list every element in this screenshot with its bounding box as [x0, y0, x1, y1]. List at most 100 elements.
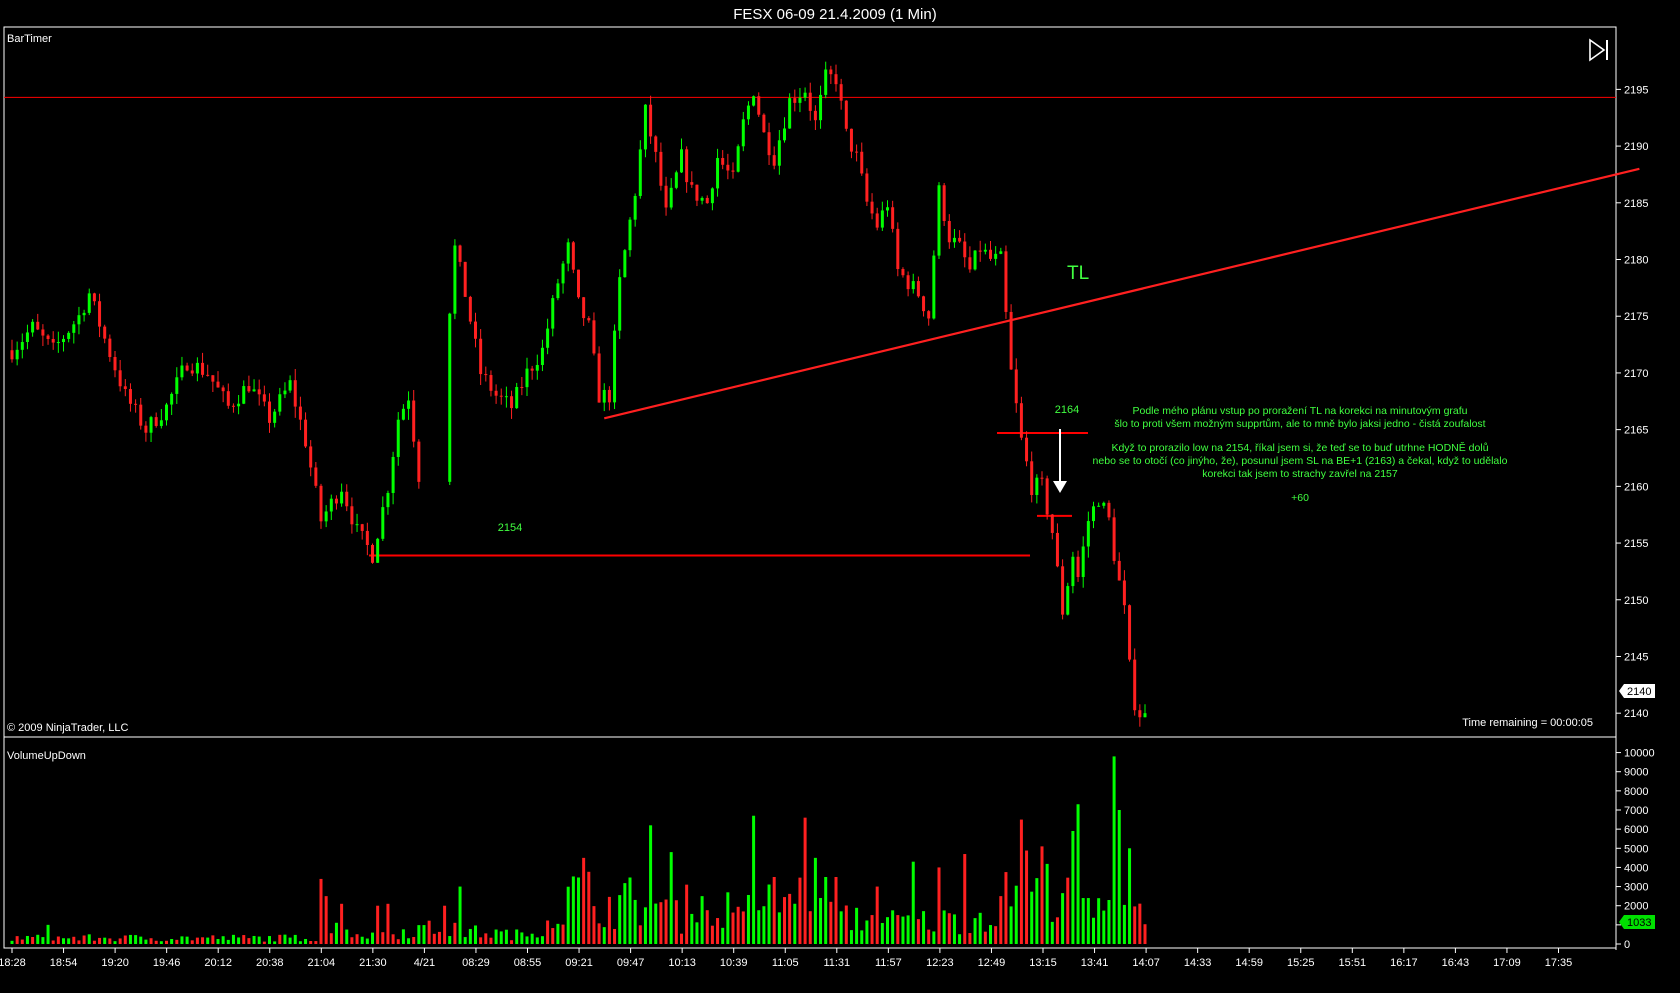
volume-bar	[958, 934, 962, 944]
volume-bar	[896, 915, 900, 944]
volume-bar	[427, 920, 431, 944]
volume-bar	[1040, 846, 1044, 944]
volume-bar	[1066, 877, 1070, 944]
volume-bar	[855, 907, 859, 944]
volume-bar	[690, 913, 694, 944]
time-tick-label: 15:25	[1287, 957, 1315, 969]
volume-tick-label: 5000	[1624, 843, 1648, 855]
volume-bar	[432, 933, 436, 944]
time-tick-label: 20:12	[204, 957, 232, 969]
price-bar	[674, 170, 678, 190]
volume-bar	[798, 877, 802, 944]
note-line: nebo se to otočí (co jinýho, že), posunu…	[1093, 455, 1508, 467]
volume-bar	[453, 922, 457, 944]
volume-tick-label: 9000	[1624, 767, 1648, 779]
time-tick-label: 10:13	[668, 957, 696, 969]
volume-bar	[535, 937, 539, 944]
price-tick-label: 2155	[1624, 538, 1648, 550]
price-bar	[1019, 396, 1023, 441]
volume-bar	[783, 897, 786, 944]
volume-bar	[407, 938, 411, 944]
volume-bar	[649, 825, 653, 944]
volume-bar	[927, 929, 931, 944]
price-bar	[1061, 559, 1065, 620]
volume-bar	[484, 933, 488, 944]
volume-bar	[206, 937, 210, 944]
window-title: FESX 06-09 21.4.2009 (1 Min)	[733, 6, 936, 23]
volume-bar	[643, 907, 647, 944]
volume-bar	[1035, 878, 1039, 944]
volume-bar	[669, 852, 673, 944]
volume-bar	[865, 920, 869, 944]
time-tick-label: 12:23	[926, 957, 954, 969]
volume-bar	[901, 916, 905, 944]
volume-bar	[916, 919, 920, 944]
volume-bar	[67, 938, 71, 944]
volume-bar	[788, 893, 792, 944]
volume-bar	[973, 918, 977, 944]
volume-bar	[319, 878, 323, 944]
price-tick-label: 2170	[1624, 368, 1648, 380]
volume-bar	[989, 925, 992, 944]
volume-bar	[695, 922, 699, 944]
time-tick-label: 19:46	[153, 957, 181, 969]
time-remaining-text: Time remaining = 00:00:05	[1462, 717, 1593, 729]
volume-tick-label: 3000	[1624, 882, 1648, 894]
volume-bar	[159, 941, 163, 944]
price-tick-label: 2190	[1624, 141, 1648, 153]
time-tick-label: 17:09	[1493, 957, 1521, 969]
volume-bar	[1081, 898, 1085, 944]
volume-bar	[1030, 891, 1034, 944]
note-line: Když to prorazilo low na 2154, říkal jse…	[1111, 441, 1488, 454]
volume-bar	[489, 937, 493, 944]
volume-bar	[463, 937, 467, 944]
volume-bar	[304, 938, 308, 944]
price-bar	[468, 295, 472, 325]
volume-bar	[262, 941, 266, 944]
volume-bar	[597, 923, 601, 944]
volume-bar	[108, 938, 112, 944]
volume-bar	[664, 899, 668, 944]
volume-bar	[891, 910, 895, 944]
volume-bar	[386, 903, 390, 944]
volume-bar	[978, 912, 982, 944]
time-tick-label: 16:43	[1442, 957, 1470, 969]
volume-tick-label: 6000	[1624, 824, 1648, 836]
volume-bar	[1086, 898, 1090, 944]
price-bar	[932, 250, 936, 320]
volume-bar	[525, 936, 529, 944]
volume-bar	[510, 940, 514, 944]
volume-bar	[1143, 924, 1147, 944]
time-tick-label: 11:05	[772, 957, 799, 969]
time-tick-label: 17:35	[1545, 957, 1573, 969]
volume-bar	[623, 883, 627, 944]
volume-bar	[1076, 804, 1080, 944]
volume-bar	[314, 941, 318, 944]
price-bar	[643, 104, 647, 158]
volume-bar	[999, 896, 1003, 944]
volume-bar	[983, 931, 987, 944]
last-volume-label: 1033	[1627, 917, 1651, 929]
volume-bar	[530, 933, 534, 944]
price-bar	[597, 346, 601, 403]
volume-bar	[762, 906, 766, 944]
volume-bar	[10, 940, 14, 944]
time-tick-label: 14:33	[1184, 957, 1212, 969]
note-line: šlo to proti všem možným supprtům, ale t…	[1114, 418, 1485, 430]
price-tick-label: 2165	[1624, 425, 1648, 437]
volume-bar	[556, 923, 560, 944]
volume-bar	[834, 877, 838, 944]
volume-bar	[273, 941, 277, 944]
volume-bar	[520, 932, 524, 944]
volume-bar	[468, 928, 472, 944]
price-tick-label: 2145	[1624, 651, 1648, 663]
volume-bar	[499, 931, 503, 944]
price-bar	[973, 250, 977, 271]
volume-bar	[41, 937, 45, 944]
volume-bar	[170, 938, 174, 944]
volume-bar	[139, 936, 143, 944]
volume-bar	[726, 892, 730, 944]
volume-bar	[401, 929, 405, 944]
volume-bar	[746, 894, 750, 944]
volume-bar	[886, 917, 889, 944]
